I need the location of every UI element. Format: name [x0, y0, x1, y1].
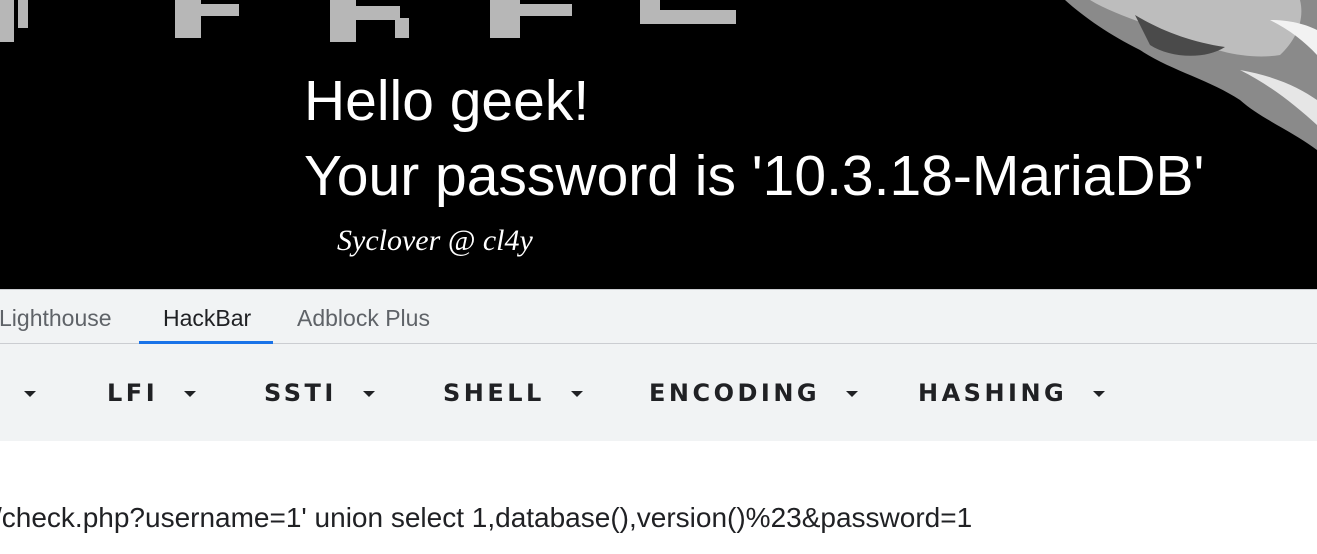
password-message: Your password is '10.3.18-MariaDB' [304, 144, 1205, 208]
chevron-down-icon [570, 390, 583, 397]
menu-truncated[interactable] [0, 344, 36, 441]
url-input-area[interactable]: /check.php?username=1' union select 1,da… [0, 441, 1317, 554]
menu-encoding[interactable]: ENCODING [649, 344, 859, 441]
devtools-panel: Lighthouse HackBar Adblock Plus LFI SSTI… [0, 289, 1317, 554]
hackbar-toolbar: LFI SSTI SHELL ENCODING HASHING [0, 344, 1317, 441]
chevron-down-icon [24, 390, 36, 397]
menu-lfi-label: LFI [107, 378, 159, 407]
devtools-tabbar: Lighthouse HackBar Adblock Plus [0, 290, 1317, 344]
url-field[interactable]: /check.php?username=1' union select 1,da… [0, 501, 972, 535]
chevron-down-icon [362, 390, 375, 397]
menu-lfi[interactable]: LFI [107, 344, 197, 441]
menu-ssti-label: SSTI [264, 378, 337, 407]
tab-lighthouse[interactable]: Lighthouse [0, 290, 112, 344]
menu-ssti[interactable]: SSTI [264, 344, 375, 441]
greeting-heading: Hello geek! [304, 69, 590, 133]
tab-adblock-plus[interactable]: Adblock Plus [297, 290, 430, 344]
chevron-down-icon [846, 390, 859, 397]
tab-hackbar[interactable]: HackBar [163, 290, 251, 344]
chevron-down-icon [184, 390, 197, 397]
menu-hashing-label: HASHING [918, 378, 1068, 407]
menu-hashing[interactable]: HASHING [918, 344, 1106, 441]
signature-text: Syclover @ cl4y [337, 224, 533, 257]
webpage-content: Hello geek! Your password is '10.3.18-Ma… [0, 0, 1317, 289]
menu-encoding-label: ENCODING [649, 378, 821, 407]
chevron-down-icon [1093, 390, 1106, 397]
menu-shell[interactable]: SHELL [443, 344, 583, 441]
menu-shell-label: SHELL [443, 378, 545, 407]
